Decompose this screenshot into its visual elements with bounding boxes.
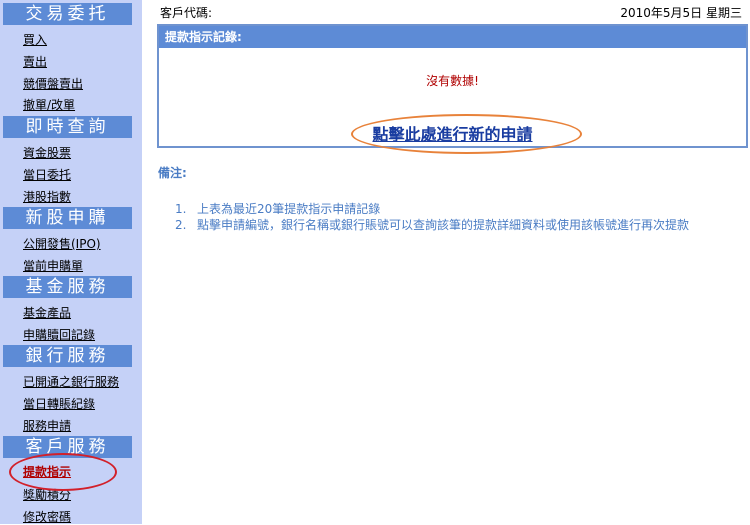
sidebar-item-service-application[interactable]: 服務申請	[23, 417, 71, 434]
note-text: 點擊申請編號，銀行名稱或銀行賬號可以查詢該筆的提款詳細資料或使用該帳號進行再次提…	[197, 218, 690, 232]
sidebar-item-transfer-records[interactable]: 當日轉賬紀錄	[23, 395, 95, 412]
notes-title: 備注:	[158, 166, 187, 180]
sidebar-item-change-password[interactable]: 修改密碼	[23, 508, 71, 525]
new-application-link[interactable]: 點擊此處進行新的申請	[159, 121, 746, 145]
section-header-fund: 基金服務	[3, 276, 132, 298]
sidebar-item-hk-index[interactable]: 港股指數	[23, 188, 71, 205]
section-header-ipo: 新股申購	[3, 207, 132, 229]
sidebar-item-buy[interactable]: 買入	[23, 31, 47, 48]
section-header-client: 客戶服務	[3, 436, 132, 458]
client-code-label: 客戶代碼:	[160, 6, 213, 20]
sidebar-item-ipo[interactable]: 公開發售(IPO)	[23, 235, 101, 252]
sidebar: 交易委托 買入 賣出 競價盤賣出 撤單/改單 即時查詢 資金股票 當日委托 港股…	[0, 0, 142, 524]
sidebar-item-reward-points[interactable]: 獎勵積分	[23, 486, 71, 503]
sidebar-item-current-subscriptions[interactable]: 當前申購單	[23, 257, 83, 274]
panel-title: 提款指示記錄:	[159, 26, 746, 48]
note-number: 2.	[175, 218, 187, 232]
sidebar-item-auction-sell[interactable]: 競價盤賣出	[23, 75, 83, 92]
note-text: 上表為最近20筆提款指示申請記錄	[197, 202, 381, 216]
note-number: 1.	[175, 202, 187, 216]
sidebar-item-fund-products[interactable]: 基金產品	[23, 304, 71, 321]
sidebar-item-bank-services[interactable]: 已開通之銀行服務	[23, 373, 119, 390]
sidebar-item-cancel-modify[interactable]: 撤單/改單	[23, 96, 75, 113]
note-item: 1. 上表為最近20筆提款指示申請記錄	[175, 200, 380, 217]
section-header-trade: 交易委托	[3, 3, 132, 25]
no-data-message: 沒有數據!	[426, 74, 479, 88]
section-header-bank: 銀行服務	[3, 345, 132, 367]
current-date: 2010年5月5日 星期三	[620, 6, 742, 20]
sidebar-item-sell[interactable]: 賣出	[23, 53, 47, 70]
sidebar-item-withdrawal[interactable]: 提款指示	[23, 463, 71, 480]
withdrawal-records-panel: 提款指示記錄: 沒有數據! 點擊此處進行新的申請	[157, 24, 748, 154]
section-header-query: 即時查詢	[3, 116, 132, 138]
sidebar-item-subscription-redemption[interactable]: 申購贖回記錄	[23, 326, 95, 343]
sidebar-item-funds-stocks[interactable]: 資金股票	[23, 144, 71, 161]
note-item: 2. 點擊申請編號，銀行名稱或銀行賬號可以查詢該筆的提款詳細資料或使用該帳號進行再…	[175, 216, 689, 233]
sidebar-item-today-orders[interactable]: 當日委托	[23, 166, 71, 183]
